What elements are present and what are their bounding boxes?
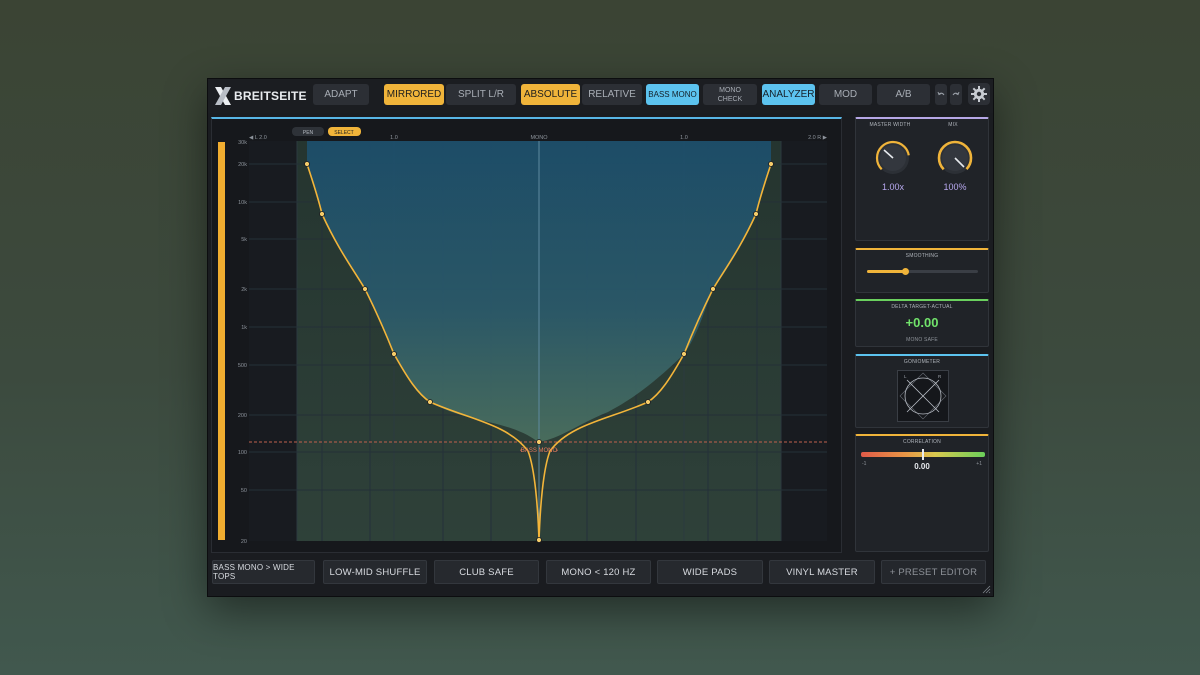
correlation-panel: CORRELATION -1 +1 0.00 <box>855 434 989 552</box>
select-tool-label: SELECT <box>334 130 353 136</box>
x-label-left: ◀ L 2.0 <box>249 135 267 141</box>
curve-point[interactable] <box>681 351 687 357</box>
preset-low-mid-shuffle[interactable]: LOW-MID SHUFFLE <box>323 560 427 584</box>
delta-title: DELTA TARGET-ACTUAL <box>891 304 953 310</box>
y-tick: 500 <box>238 363 247 369</box>
mix-knob[interactable] <box>936 139 974 177</box>
curve-point[interactable] <box>753 211 759 217</box>
x-label-right: 2.0 R ▶ <box>808 135 828 141</box>
smoothing-panel: SMOOTHING <box>855 248 989 293</box>
y-tick: 50 <box>241 488 247 494</box>
y-tick: 2k <box>241 287 247 293</box>
smoothing-slider-fill <box>867 270 906 273</box>
delta-value: +0.00 <box>905 315 939 330</box>
bass-mono-marker: BASS MONO <box>521 448 558 454</box>
preset-mono-120hz[interactable]: MONO < 120 HZ <box>546 560 651 584</box>
smoothing-slider-track[interactable] <box>867 268 978 275</box>
y-tick: 100 <box>238 450 247 456</box>
curve-point[interactable] <box>536 537 542 543</box>
correlation-needle <box>922 449 924 460</box>
preset-editor-button[interactable]: + PRESET EDITOR <box>881 560 986 584</box>
pen-tool-label: PEN <box>303 130 314 136</box>
mono-safe-status: MONO SAFE <box>906 337 938 343</box>
correlation-title: CORRELATION <box>903 439 941 445</box>
goniometer-title: GONIOMETER <box>903 359 941 365</box>
correlation-value: 0.00 <box>914 462 930 471</box>
curve-point[interactable] <box>362 286 368 292</box>
resize-grip-icon[interactable] <box>981 584 991 594</box>
y-tick: 10k <box>238 200 247 206</box>
goniometer-display: L R <box>897 370 949 422</box>
curve-point[interactable] <box>427 399 433 405</box>
curve-point[interactable] <box>710 286 716 292</box>
y-tick: 30k <box>238 140 247 146</box>
curve-point[interactable] <box>319 211 325 217</box>
preset-wide-pads[interactable]: WIDE PADS <box>657 560 763 584</box>
curve-point[interactable] <box>536 439 542 445</box>
smoothing-title: SMOOTHING <box>905 253 939 259</box>
y-tick: 1k <box>241 325 247 331</box>
goniometer-panel: GONIOMETER L R <box>855 354 989 428</box>
curve-point[interactable] <box>645 399 651 405</box>
mix-value: 100% <box>943 182 967 192</box>
smoothing-slider-handle[interactable] <box>902 268 909 275</box>
delta-panel: DELTA TARGET-ACTUAL +0.00 MONO SAFE <box>855 299 989 347</box>
x-tick: 1.0 <box>390 135 398 141</box>
mix-title: MIX <box>948 122 958 128</box>
y-tick: 200 <box>238 413 247 419</box>
preset-vinyl-master[interactable]: VINYL MASTER <box>769 560 875 584</box>
preset-club-safe[interactable]: CLUB SAFE <box>434 560 539 584</box>
plugin-window: BREITSEITE ADAPT MIRRORED SPLIT L/R ABSO… <box>207 78 994 597</box>
x-tick: MONO <box>530 135 548 141</box>
curve-point[interactable] <box>768 161 774 167</box>
master-width-knob[interactable] <box>874 139 912 177</box>
width-mix-panel: MASTER WIDTH MIX 1.00x 100% <box>855 117 989 241</box>
master-width-value: 1.00x <box>881 182 905 192</box>
y-tick: 20 <box>241 539 247 545</box>
bass-mono-arrow-left: ‹ <box>520 448 522 454</box>
y-tick: 5k <box>241 237 247 243</box>
level-bar <box>218 142 225 540</box>
curve-point[interactable] <box>391 351 397 357</box>
curve-point[interactable] <box>304 161 310 167</box>
bass-mono-arrow-right: › <box>556 448 558 454</box>
x-tick: 1.0 <box>680 135 688 141</box>
y-tick: 20k <box>238 162 247 168</box>
preset-bass-mono-wide-tops[interactable]: BASS MONO > WIDE TOPS <box>212 560 315 584</box>
